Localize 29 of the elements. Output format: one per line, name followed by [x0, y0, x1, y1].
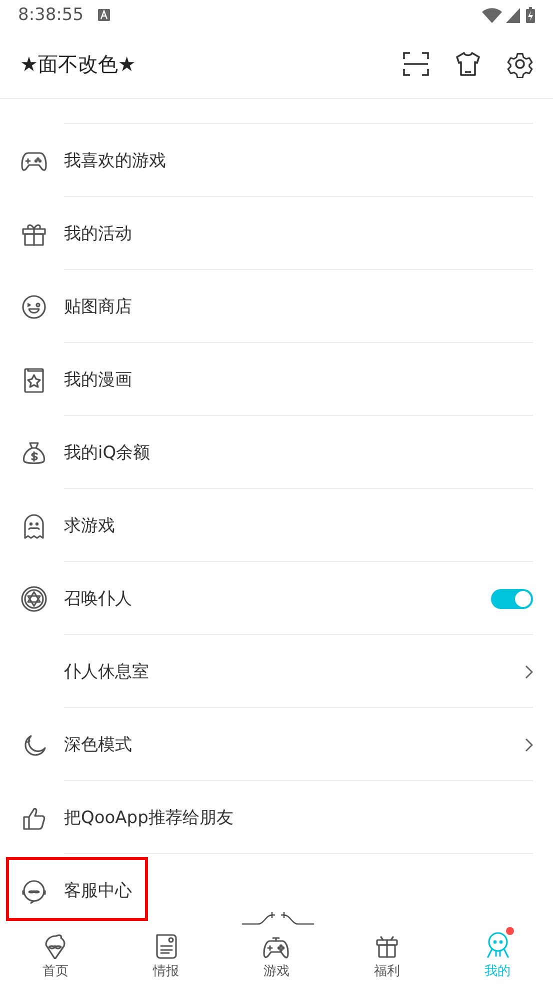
- menu-item[interactable]: 我喜欢的游戏: [0, 124, 553, 197]
- nav-tab[interactable]: 福利: [332, 925, 442, 984]
- status-time: 8:38:55: [18, 5, 84, 25]
- signal-icon: [506, 8, 520, 22]
- menu-item[interactable]: 把QooApp推荐给朋友: [0, 781, 553, 854]
- toggle-switch[interactable]: [491, 588, 533, 608]
- chevron-right-icon: [525, 738, 533, 752]
- skin-button[interactable]: [453, 49, 483, 79]
- smiley-icon: [20, 292, 48, 320]
- menu-item[interactable]: 深色模式: [0, 708, 553, 781]
- nav-tab[interactable]: 游戏: [221, 925, 332, 984]
- profile-name: ★面不改色★: [20, 50, 137, 78]
- nav-tab[interactable]: 首页: [0, 925, 111, 984]
- nav-tab[interactable]: 情报: [110, 925, 222, 984]
- wifi-icon: [482, 8, 502, 22]
- menu-item[interactable]: 求游戏: [0, 489, 553, 562]
- menu-item[interactable]: 仆人休息室: [0, 635, 553, 708]
- scan-button[interactable]: [401, 49, 431, 79]
- menu-item[interactable]: 客服中心: [0, 854, 553, 925]
- chevron-right-icon: [525, 664, 533, 678]
- menu-item[interactable]: 我的活动: [0, 197, 553, 270]
- keyboard-icon: [98, 9, 110, 21]
- hexagram-icon: [20, 584, 48, 612]
- menu-item[interactable]: 我的漫画: [0, 343, 553, 416]
- cable-drawing: [242, 911, 314, 925]
- menu-item[interactable]: 召唤仆人: [0, 562, 553, 635]
- menu-item[interactable]: 我的iQ余额: [0, 416, 553, 489]
- menu-item[interactable]: 贴图商店: [0, 270, 553, 343]
- battery-icon: [526, 7, 535, 23]
